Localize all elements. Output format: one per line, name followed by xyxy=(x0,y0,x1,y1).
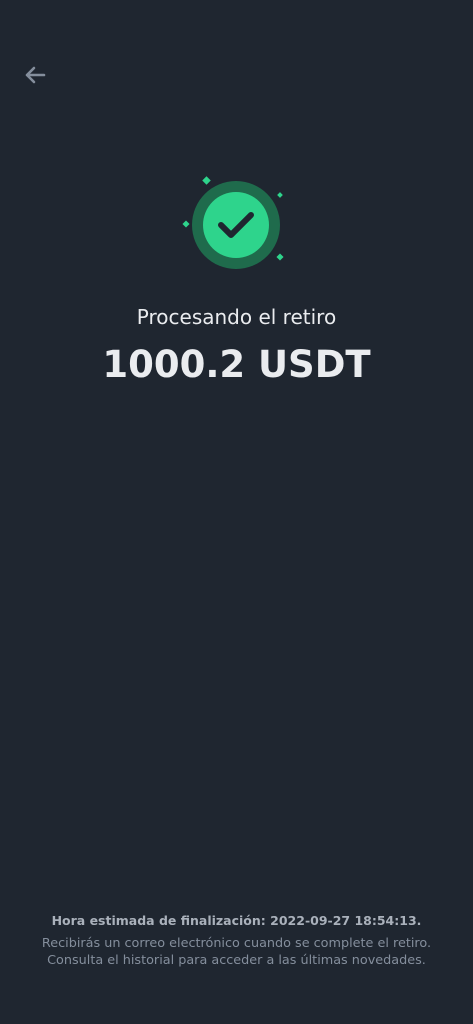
success-graphic xyxy=(176,170,296,270)
sparkle-right xyxy=(276,253,284,261)
sparkle-top xyxy=(202,176,211,185)
check-circle-icon xyxy=(203,192,269,258)
eta-value: 2022-09-27 18:54:13. xyxy=(270,913,422,928)
back-button[interactable] xyxy=(16,60,54,94)
status-title: Procesando el retiro xyxy=(136,305,337,329)
estimated-time: Hora estimada de finalización: 2022-09-2… xyxy=(0,911,473,931)
sparkle-right-small xyxy=(277,192,283,198)
withdrawal-amount: 1000.2 USDT xyxy=(102,343,371,386)
footer-info: Hora estimada de finalización: 2022-09-2… xyxy=(0,911,473,969)
history-note: Consulta el historial para acceder a las… xyxy=(47,953,426,968)
eta-label: Hora estimada de finalización: xyxy=(51,913,266,928)
email-note: Recibirás un correo electrónico cuando s… xyxy=(41,936,432,951)
arrow-left-icon xyxy=(24,66,46,88)
sparkle-left xyxy=(182,220,190,228)
